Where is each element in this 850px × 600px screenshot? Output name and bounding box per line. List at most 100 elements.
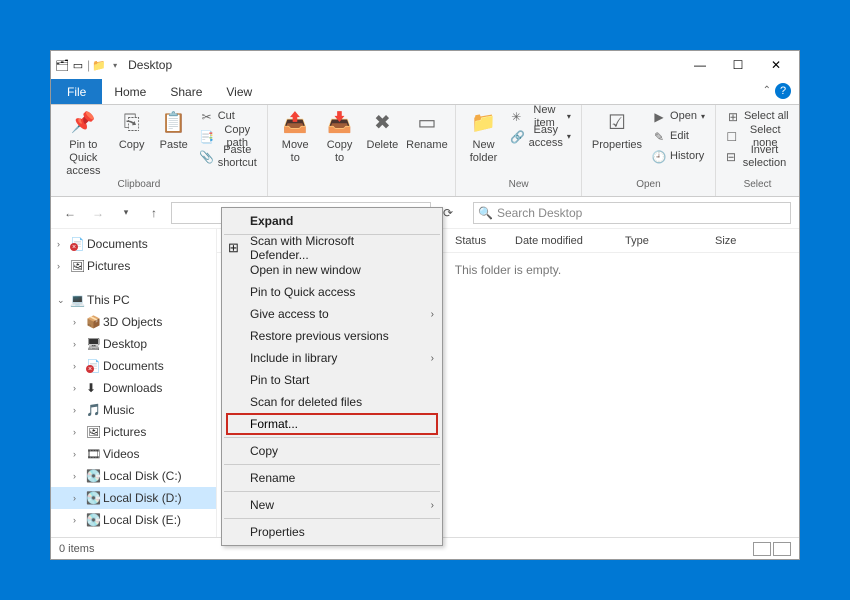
delete-button[interactable]: ✖Delete	[362, 107, 402, 154]
move-icon: 📤	[281, 109, 309, 137]
pin-icon: 📌	[69, 109, 97, 137]
titlebar: 🗂 ▭ | 📁 ▾ Desktop — ☐ ✕	[51, 51, 799, 79]
tab-share[interactable]: Share	[158, 79, 214, 104]
search-icon: 🔍	[478, 206, 493, 220]
cut-icon: ✂	[200, 110, 214, 124]
invert-selection-button[interactable]: ⊟Invert selection	[722, 147, 793, 167]
sidebar-item-downloads[interactable]: ›⬇Downloads	[51, 377, 216, 399]
qat-divider: |	[87, 58, 90, 72]
close-button[interactable]: ✕	[757, 51, 795, 79]
collapse-ribbon-icon[interactable]: ⌃	[763, 85, 771, 96]
ctx-format[interactable]: Format...	[226, 413, 438, 435]
error-badge-icon: ×	[86, 365, 94, 373]
sidebar-item-disk-d[interactable]: ›💽Local Disk (D:)	[51, 487, 216, 509]
sidebar-item-this-pc[interactable]: ⌄💻This PC	[51, 289, 216, 311]
minimize-button[interactable]: —	[681, 51, 719, 79]
forward-button[interactable]: →	[87, 202, 109, 224]
tab-view[interactable]: View	[214, 79, 264, 104]
file-explorer-window: 🗂 ▭ | 📁 ▾ Desktop — ☐ ✕ File Home Share …	[50, 50, 800, 560]
move-to-button[interactable]: 📤Move to	[274, 107, 317, 167]
sidebar-item-3d-objects[interactable]: ›📦3D Objects	[51, 311, 216, 333]
submenu-arrow-icon: ›	[431, 500, 434, 511]
paste-shortcut-button[interactable]: 📎Paste shortcut	[196, 147, 261, 167]
tab-file[interactable]: File	[51, 79, 102, 104]
open-button[interactable]: ▶Open ▾	[648, 107, 709, 127]
icons-view-button[interactable]	[773, 542, 791, 556]
rename-button[interactable]: ▭Rename	[404, 107, 449, 154]
paste-button[interactable]: 📋 Paste	[154, 107, 194, 154]
properties-button[interactable]: ☑Properties	[588, 107, 646, 154]
folder-icon: 📁	[92, 58, 106, 72]
details-view-button[interactable]	[753, 542, 771, 556]
shield-icon: ⊞	[228, 240, 239, 256]
tab-home[interactable]: Home	[102, 79, 158, 104]
copy-path-icon: 📑	[200, 130, 214, 144]
maximize-button[interactable]: ☐	[719, 51, 757, 79]
ctx-rename[interactable]: Rename	[222, 467, 442, 489]
new-group-label: New	[509, 179, 529, 195]
sidebar-item-pictures[interactable]: ›🖼Pictures	[51, 255, 216, 277]
context-menu: Expand ⊞Scan with Microsoft Defender... …	[221, 207, 443, 546]
disk-icon: 💽	[86, 491, 100, 505]
ctx-pin-quick[interactable]: Pin to Quick access	[222, 281, 442, 303]
properties-icon: ☑	[603, 109, 631, 137]
copy-button[interactable]: ⎘ Copy	[112, 107, 152, 154]
qat-dropdown-icon[interactable]: ▾	[108, 58, 122, 72]
clipboard-group-label: Clipboard	[118, 179, 161, 195]
col-status[interactable]: Status	[447, 235, 507, 247]
ctx-scan-deleted[interactable]: Scan for deleted files	[222, 391, 442, 413]
sidebar-item-pictures-pc[interactable]: ›🖼Pictures	[51, 421, 216, 443]
new-folder-icon: 📁	[470, 109, 498, 137]
ctx-restore-versions[interactable]: Restore previous versions	[222, 325, 442, 347]
copy-to-button[interactable]: 📥Copy to	[319, 107, 361, 167]
easy-access-icon: 🔗	[511, 130, 525, 144]
col-size[interactable]: Size	[707, 235, 767, 247]
ctx-copy[interactable]: Copy	[222, 440, 442, 462]
videos-icon: 🎞	[86, 447, 100, 461]
open-group-label: Open	[636, 179, 660, 195]
window-title: Desktop	[128, 58, 172, 72]
3d-icon: 📦	[86, 315, 100, 329]
up-button[interactable]: ↑	[143, 202, 165, 224]
ctx-properties[interactable]: Properties	[222, 521, 442, 543]
new-folder-button[interactable]: 📁New folder	[462, 107, 504, 167]
search-input[interactable]: 🔍 Search Desktop	[473, 202, 791, 224]
search-placeholder: Search Desktop	[497, 206, 582, 220]
col-date[interactable]: Date modified	[507, 235, 617, 247]
sidebar-item-disk-c[interactable]: ›💽Local Disk (C:)	[51, 465, 216, 487]
navigation-pane: ›📄×Documents ›🖼Pictures ⌄💻This PC ›📦3D O…	[51, 229, 217, 537]
help-icon[interactable]: ?	[775, 83, 791, 99]
qat-properties-icon[interactable]: ▭	[71, 58, 85, 72]
documents-icon: 📄×	[86, 359, 100, 373]
select-group-label: Select	[744, 179, 772, 195]
ctx-give-access[interactable]: Give access to›	[222, 303, 442, 325]
edit-button[interactable]: ✎Edit	[648, 127, 709, 147]
easy-access-button[interactable]: 🔗Easy access ▾	[507, 127, 575, 147]
ctx-scan-defender[interactable]: ⊞Scan with Microsoft Defender...	[222, 237, 442, 259]
ctx-include-library[interactable]: Include in library›	[222, 347, 442, 369]
history-button[interactable]: 🕘History	[648, 147, 709, 167]
recent-dropdown[interactable]: ▾	[115, 202, 137, 224]
paste-label: Paste	[160, 139, 188, 152]
ctx-new[interactable]: New›	[222, 494, 442, 516]
history-icon: 🕘	[652, 150, 666, 164]
sidebar-item-documents-pc[interactable]: ›📄×Documents	[51, 355, 216, 377]
pc-icon: 💻	[70, 293, 84, 307]
documents-icon: 📄×	[70, 237, 84, 251]
sidebar-item-documents[interactable]: ›📄×Documents	[51, 233, 216, 255]
error-badge-icon: ×	[70, 243, 78, 251]
col-type[interactable]: Type	[617, 235, 707, 247]
sidebar-item-videos[interactable]: ›🎞Videos	[51, 443, 216, 465]
open-icon: ▶	[652, 110, 666, 124]
sidebar-item-desktop[interactable]: ›🖥Desktop	[51, 333, 216, 355]
back-button[interactable]: ←	[59, 202, 81, 224]
sidebar-item-disk-e[interactable]: ›💽Local Disk (E:)	[51, 509, 216, 531]
ribbon: 📌 Pin to Quick access ⎘ Copy 📋 Paste ✂Cu…	[51, 105, 799, 197]
copy-to-icon: 📥	[326, 109, 354, 137]
ctx-pin-start[interactable]: Pin to Start	[222, 369, 442, 391]
sidebar-item-music[interactable]: ›🎵Music	[51, 399, 216, 421]
ctx-open-new-window[interactable]: Open in new window	[222, 259, 442, 281]
ctx-expand[interactable]: Expand	[222, 210, 442, 232]
edit-icon: ✎	[652, 130, 666, 144]
pin-to-quick-access-button[interactable]: 📌 Pin to Quick access	[57, 107, 110, 181]
